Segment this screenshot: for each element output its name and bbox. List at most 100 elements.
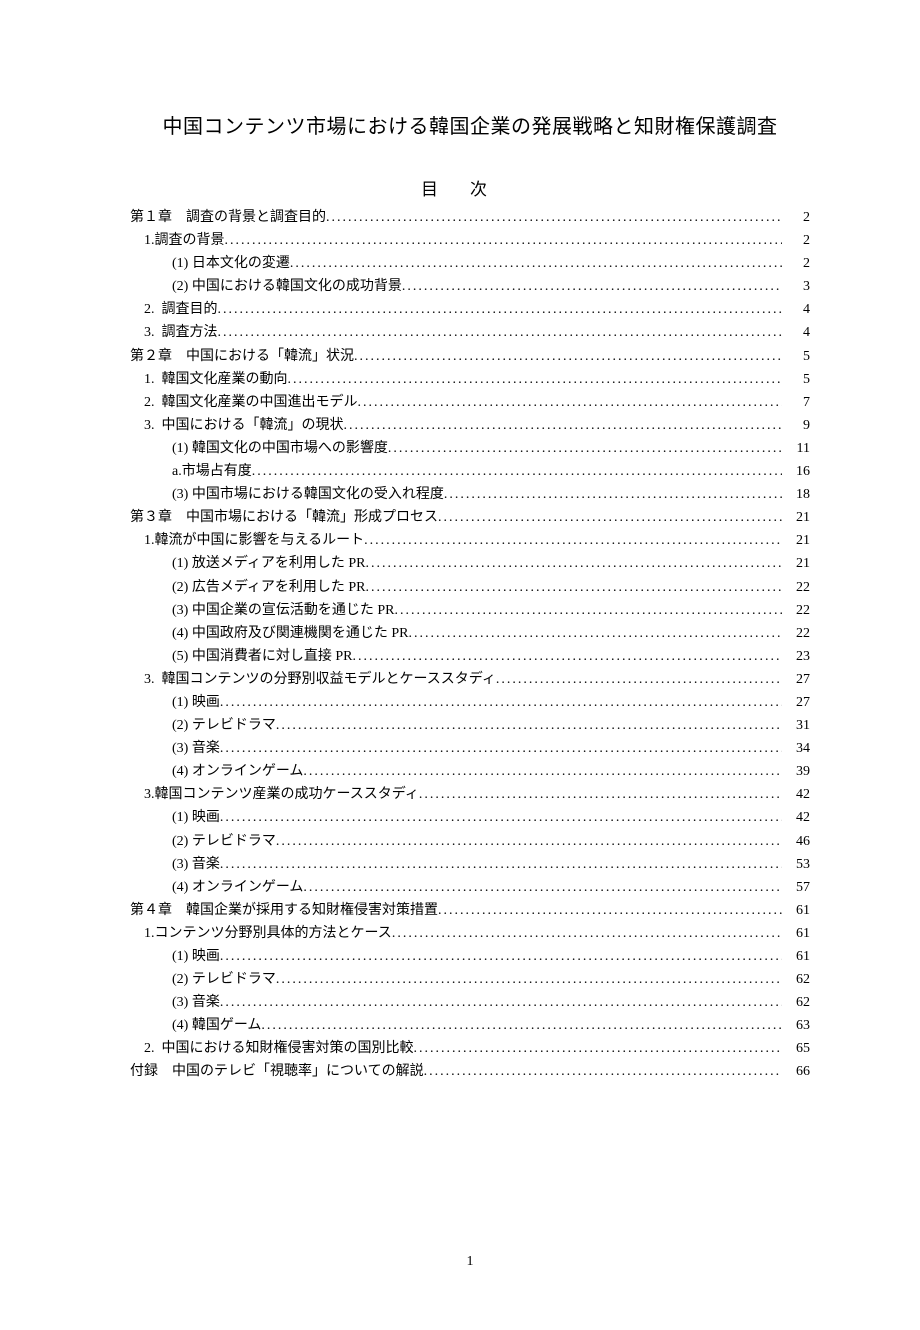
toc-entry-label: (3) 音楽 xyxy=(172,737,220,760)
toc-leader-dots xyxy=(220,737,782,760)
toc-entry-page: 21 xyxy=(782,506,810,529)
toc-leader-dots xyxy=(388,437,782,460)
toc-entry: 付録 中国のテレビ「視聴率」についての解説 66 xyxy=(130,1060,810,1083)
toc-entry-label: 3.韓国コンテンツ産業の成功ケーススタディ xyxy=(144,783,419,806)
toc-entry-label: (5) 中国消費者に対し直接 PR xyxy=(172,645,352,668)
toc-entry: 2. 韓国文化産業の中国進出モデル 7 xyxy=(130,391,810,414)
toc-entry-page: 4 xyxy=(782,298,810,321)
toc-leader-dots xyxy=(392,922,782,945)
toc-entry: (3) 音楽 34 xyxy=(130,737,810,760)
toc-entry: 3. 中国における「韓流」の現状 9 xyxy=(130,414,810,437)
toc-leader-dots xyxy=(225,229,783,252)
toc-entry-label: (2) テレビドラマ xyxy=(172,830,276,853)
toc-entry-page: 61 xyxy=(782,945,810,968)
toc-entry-page: 4 xyxy=(782,321,810,344)
toc-entry: (1) 放送メディアを利用した PR 21 xyxy=(130,552,810,575)
toc-entry-page: 11 xyxy=(782,437,810,460)
toc-leader-dots xyxy=(218,321,783,344)
toc-entry: (5) 中国消費者に対し直接 PR 23 xyxy=(130,645,810,668)
toc-entry: 1. 韓国文化産業の動向 5 xyxy=(130,368,810,391)
toc-entry-page: 21 xyxy=(782,529,810,552)
toc-entry: (3) 音楽 53 xyxy=(130,853,810,876)
toc-entry-label: 3. 韓国コンテンツの分野別収益モデルとケーススタディ xyxy=(144,668,496,691)
toc-entry: 第２章 中国における「韓流」状況 5 xyxy=(130,345,810,368)
toc-entry-page: 53 xyxy=(782,853,810,876)
toc-entry-label: (3) 音楽 xyxy=(172,991,220,1014)
toc-entry: (1) 映画 61 xyxy=(130,945,810,968)
toc-leader-dots xyxy=(218,298,783,321)
toc-entry-page: 63 xyxy=(782,1014,810,1037)
table-of-contents: 第１章 調査の背景と調査目的 21.調査の背景 2(1) 日本文化の変遷 2(2… xyxy=(130,206,810,1084)
toc-leader-dots xyxy=(358,391,783,414)
toc-leader-dots xyxy=(352,645,782,668)
toc-entry-page: 22 xyxy=(782,576,810,599)
toc-entry-label: (4) オンラインゲーム xyxy=(172,876,303,899)
toc-leader-dots xyxy=(220,853,782,876)
toc-entry: 2. 中国における知財権侵害対策の国別比較 65 xyxy=(130,1037,810,1060)
toc-entry: (2) 中国における韓国文化の成功背景 3 xyxy=(130,275,810,298)
toc-entry-label: 第２章 中国における「韓流」状況 xyxy=(130,345,354,368)
toc-entry-page: 23 xyxy=(782,645,810,668)
toc-entry-label: 2. 韓国文化産業の中国進出モデル xyxy=(144,391,358,414)
toc-entry-label: (1) 映画 xyxy=(172,691,220,714)
toc-entry-page: 21 xyxy=(782,552,810,575)
toc-leader-dots xyxy=(276,714,782,737)
toc-entry-page: 22 xyxy=(782,599,810,622)
toc-entry: 第１章 調査の背景と調査目的 2 xyxy=(130,206,810,229)
toc-entry-page: 2 xyxy=(782,252,810,275)
toc-entry-page: 31 xyxy=(782,714,810,737)
toc-entry-page: 39 xyxy=(782,760,810,783)
toc-entry: 2. 調査目的 4 xyxy=(130,298,810,321)
toc-leader-dots xyxy=(394,599,782,622)
toc-entry-label: (1) 韓国文化の中国市場への影響度 xyxy=(172,437,388,460)
toc-entry-page: 42 xyxy=(782,806,810,829)
toc-entry-page: 18 xyxy=(782,483,810,506)
toc-leader-dots xyxy=(408,622,782,645)
toc-entry-page: 2 xyxy=(782,206,810,229)
toc-entry: (3) 音楽 62 xyxy=(130,991,810,1014)
toc-leader-dots xyxy=(220,691,782,714)
toc-leader-dots xyxy=(303,876,782,899)
toc-leader-dots xyxy=(424,1060,782,1083)
toc-entry: 3.韓国コンテンツ産業の成功ケーススタディ 42 xyxy=(130,783,810,806)
toc-leader-dots xyxy=(288,368,783,391)
toc-entry-page: 27 xyxy=(782,691,810,714)
toc-entry: 3. 調査方法 4 xyxy=(130,321,810,344)
toc-entry-label: (1) 放送メディアを利用した PR xyxy=(172,552,365,575)
toc-entry: (2) 広告メディアを利用した PR 22 xyxy=(130,576,810,599)
toc-leader-dots xyxy=(414,1037,783,1060)
toc-entry-label: 1.調査の背景 xyxy=(144,229,225,252)
toc-entry-page: 3 xyxy=(782,275,810,298)
toc-entry-page: 46 xyxy=(782,830,810,853)
toc-entry: 1.韓流が中国に影響を与えるルート 21 xyxy=(130,529,810,552)
toc-entry-label: 1.コンテンツ分野別具体的方法とケース xyxy=(144,922,392,945)
toc-entry-label: (2) 広告メディアを利用した PR xyxy=(172,576,365,599)
toc-entry-label: 第１章 調査の背景と調査目的 xyxy=(130,206,326,229)
toc-entry: (2) テレビドラマ 62 xyxy=(130,968,810,991)
toc-leader-dots xyxy=(326,206,782,229)
toc-entry: (1) 日本文化の変遷 2 xyxy=(130,252,810,275)
toc-entry-page: 66 xyxy=(782,1060,810,1083)
toc-entry-label: a.市場占有度 xyxy=(172,460,252,483)
toc-entry-page: 27 xyxy=(782,668,810,691)
toc-entry: (3) 中国企業の宣伝活動を通じた PR 22 xyxy=(130,599,810,622)
toc-entry-page: 2 xyxy=(782,229,810,252)
toc-entry: (2) テレビドラマ 31 xyxy=(130,714,810,737)
toc-entry-page: 65 xyxy=(782,1037,810,1060)
toc-leader-dots xyxy=(303,760,782,783)
toc-entry: 第３章 中国市場における「韓流」形成プロセス 21 xyxy=(130,506,810,529)
toc-entry: (2) テレビドラマ 46 xyxy=(130,830,810,853)
toc-leader-dots xyxy=(261,1014,782,1037)
toc-entry-label: (1) 日本文化の変遷 xyxy=(172,252,290,275)
toc-entry-page: 62 xyxy=(782,991,810,1014)
toc-entry-label: 第３章 中国市場における「韓流」形成プロセス xyxy=(130,506,438,529)
toc-entry-label: 3. 調査方法 xyxy=(144,321,218,344)
toc-entry: (4) オンラインゲーム 39 xyxy=(130,760,810,783)
toc-entry-page: 61 xyxy=(782,922,810,945)
toc-entry: 第４章 韓国企業が採用する知財権侵害対策措置 61 xyxy=(130,899,810,922)
page-number: 1 xyxy=(130,1254,810,1270)
toc-entry-page: 42 xyxy=(782,783,810,806)
toc-entry: (1) 映画 27 xyxy=(130,691,810,714)
toc-leader-dots xyxy=(444,483,782,506)
toc-entry-page: 5 xyxy=(782,368,810,391)
